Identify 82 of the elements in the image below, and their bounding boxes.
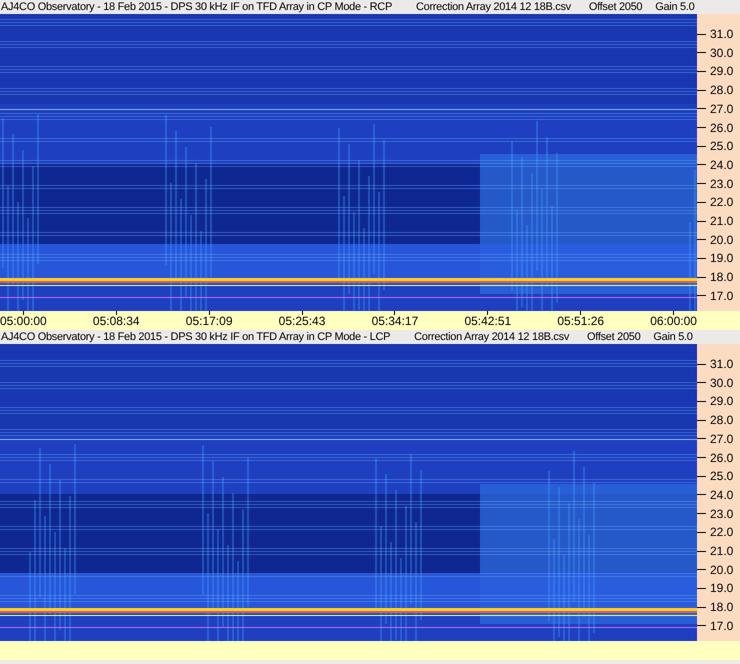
axis-label: 20.0 (710, 234, 734, 246)
tick-mark (208, 311, 210, 315)
tick-mark (697, 108, 706, 110)
tick-mark (697, 625, 706, 626)
axis-label: 28.0 (710, 84, 734, 96)
axis-label: 27.0 (710, 102, 734, 115)
axis-label: 22.0 (710, 526, 734, 538)
tick-mark (697, 146, 706, 147)
tick-mark (697, 183, 706, 184)
axis-label: 27.0 (710, 432, 734, 445)
axis-label: 26.0 (710, 122, 734, 134)
tick-mark (697, 276, 706, 278)
tick-mark (697, 127, 706, 128)
gain-label: Gain 5.0 (653, 331, 693, 344)
tick-mark (394, 311, 396, 315)
tick-mark (697, 400, 706, 402)
axis-label: 29.0 (710, 395, 734, 408)
axis-label: 24.0 (710, 488, 734, 501)
tick-mark (697, 220, 706, 222)
time-label: 05:34:17 (372, 315, 418, 328)
time-label: 05:25:43 (278, 315, 326, 328)
tick-mark (697, 606, 706, 608)
tick-mark (697, 382, 706, 384)
axis-label: 21.0 (710, 215, 734, 228)
tick-mark (697, 588, 706, 589)
axis-label: 28.0 (710, 414, 734, 426)
offset-label: Offset 2050 (588, 1, 642, 14)
file-name: Correction Array 2014 12 18B.csv (414, 331, 570, 344)
tick-mark (580, 311, 582, 315)
tick-mark (302, 311, 303, 315)
time-label: 05:17:09 (186, 315, 232, 328)
panel-title: AJ4CO Observatory - 18 Feb 2015 - DPS 30 kHz IF on TFD Array in CP Mode - RCP (0, 1, 392, 14)
tick-mark (116, 311, 117, 315)
tick-mark (697, 569, 706, 570)
axis-label: 19.0 (710, 582, 734, 594)
axis-label: 25.0 (710, 470, 734, 482)
time-label: 05:00:00 (0, 315, 47, 328)
axis-label: 17.0 (710, 620, 734, 632)
file-name: Correction Array 2014 12 18B.csv (416, 1, 571, 14)
time-label: 05:51:26 (557, 315, 604, 328)
tick-mark (697, 494, 706, 496)
axis-label: 23.0 (710, 508, 734, 520)
axis-label: 26.0 (710, 452, 734, 464)
axis-label: 20.0 (710, 564, 734, 576)
axis-label: 19.0 (710, 252, 734, 264)
axis-label: 30.0 (710, 376, 734, 389)
tick-mark (697, 532, 706, 533)
axis-label: 31.0 (710, 28, 734, 40)
axis-label: 17.0 (710, 290, 734, 302)
gain-label: Gain 5.0 (655, 1, 694, 14)
tick-mark (22, 311, 24, 315)
tick-mark (697, 70, 706, 72)
time-label: 05:42:51 (464, 315, 512, 328)
tick-mark (697, 52, 706, 54)
axis-label: 30.0 (710, 46, 734, 59)
tick-mark (697, 164, 706, 166)
axis-label: 23.0 (710, 178, 734, 190)
axis-label: 25.0 (710, 140, 734, 152)
time-label: 05:08:34 (92, 315, 140, 328)
axis-label: 21.0 (710, 545, 734, 558)
tick-mark (697, 202, 706, 203)
axis-label: 31.0 (710, 358, 734, 370)
tick-mark (697, 550, 706, 552)
axis-label: 18.0 (710, 601, 734, 614)
tick-mark (697, 457, 706, 458)
tick-mark (487, 311, 488, 315)
tick-mark (697, 295, 706, 296)
axis-label: 29.0 (710, 65, 734, 78)
tick-mark (697, 90, 706, 91)
tick-mark (697, 420, 706, 421)
axis-label: 24.0 (710, 158, 734, 171)
panel-title: AJ4CO Observatory - 18 Feb 2015 - DPS 30 kHz IF on TFD Array in CP Mode - LCP (0, 331, 390, 344)
tick-mark (697, 438, 706, 440)
axis-label: 18.0 (710, 271, 734, 284)
tick-mark (697, 513, 706, 514)
offset-label: Offset 2050 (587, 331, 640, 344)
tick-mark (697, 476, 706, 477)
tick-mark (697, 239, 706, 240)
time-label: 06:00:00 (650, 315, 697, 328)
tick-mark (697, 258, 706, 259)
tick-mark (673, 311, 674, 315)
axis-label: 22.0 (710, 196, 734, 208)
